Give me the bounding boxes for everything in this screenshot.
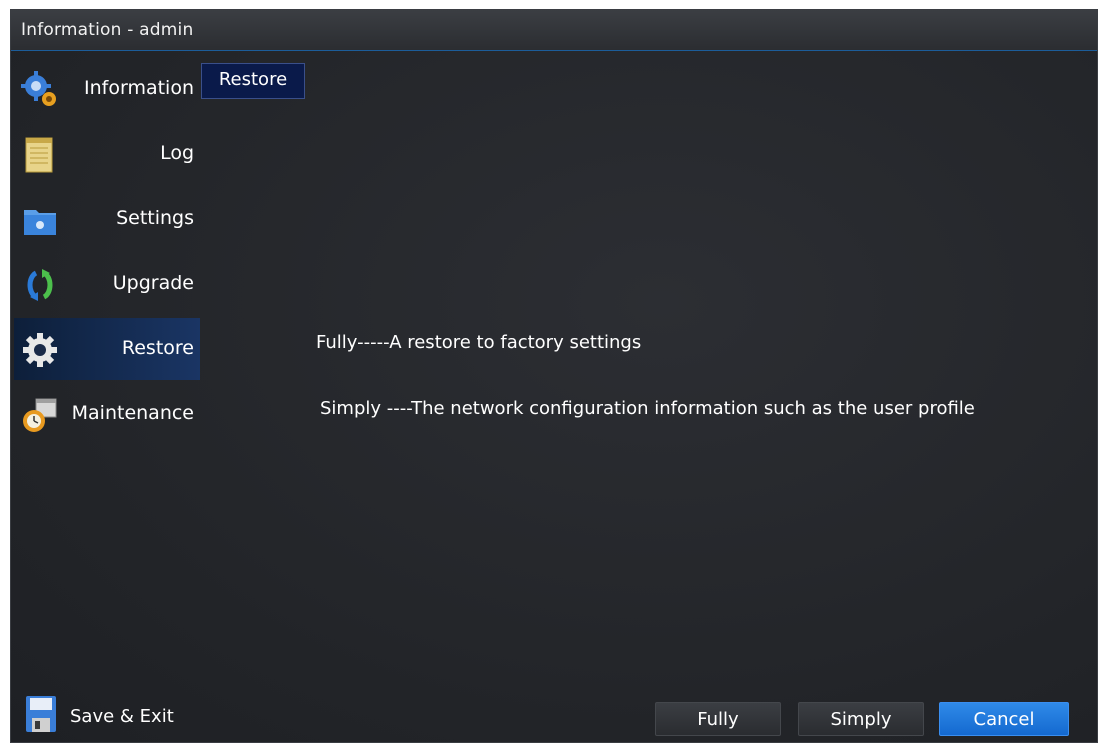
window-title: Information - admin	[21, 20, 194, 40]
clock-calendar-icon	[23, 398, 57, 432]
gear-icon	[23, 333, 57, 367]
save-exit-label: Save & Exit	[70, 706, 174, 727]
sidebar-item-label: Maintenance	[71, 402, 194, 424]
folder-settings-icon	[24, 210, 56, 235]
gears-icon	[21, 71, 56, 106]
sidebar-item-label: Settings	[116, 207, 194, 229]
fully-restore-button[interactable]: Fully	[655, 702, 781, 736]
sidebar-item-upgrade[interactable]: Upgrade	[14, 253, 200, 315]
sidebar-item-label: Log	[160, 142, 194, 164]
save-exit-button[interactable]: Save & Exit	[14, 688, 204, 736]
notepad-icon	[25, 137, 53, 173]
tab-restore[interactable]: Restore	[201, 63, 305, 99]
simply-restore-button[interactable]: Simply	[798, 702, 924, 736]
sidebar-item-label: Information	[84, 77, 194, 99]
sidebar-item-settings[interactable]: Settings	[14, 188, 200, 250]
title-bar: Information - admin	[11, 10, 1097, 51]
floppy-disk-icon	[26, 696, 56, 732]
sidebar-item-information[interactable]: Information	[14, 58, 200, 120]
restore-dialog-window: Information - admin Information Log Sett…	[10, 9, 1098, 743]
sidebar-item-maintenance[interactable]: Maintenance	[14, 383, 200, 445]
refresh-arrows-icon	[27, 269, 53, 301]
sidebar: Information Log Settings Upgrade Restore…	[11, 58, 201, 478]
sidebar-item-restore[interactable]: Restore	[14, 318, 200, 380]
sidebar-item-log[interactable]: Log	[14, 123, 200, 185]
sidebar-item-label: Upgrade	[112, 272, 194, 294]
simply-description: Simply ----The network configuration inf…	[320, 398, 975, 419]
sidebar-item-label: Restore	[121, 337, 194, 359]
fully-description: Fully-----A restore to factory settings	[316, 332, 642, 353]
cancel-button[interactable]: Cancel	[939, 702, 1069, 736]
